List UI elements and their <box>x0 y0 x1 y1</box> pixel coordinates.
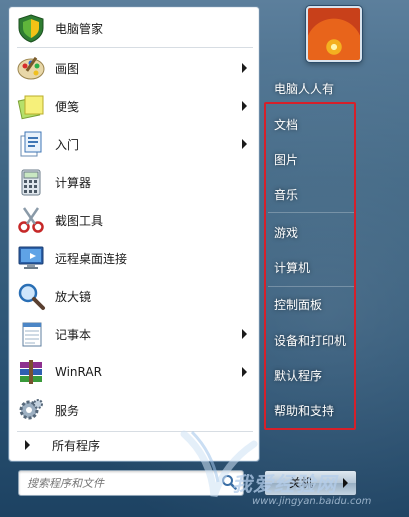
program-label: 截图工具 <box>55 213 104 228</box>
program-label: WinRAR <box>55 365 102 379</box>
program-item-calculator[interactable]: 计算器 <box>11 163 257 201</box>
calculator-icon <box>15 166 47 198</box>
program-item-winrar[interactable]: WinRAR <box>11 353 257 391</box>
divider <box>17 47 253 48</box>
program-label: 记事本 <box>55 327 92 342</box>
program-label: 远程桌面连接 <box>55 251 128 266</box>
program-item-paint[interactable]: 画图 <box>11 49 257 87</box>
program-label: 放大镜 <box>55 289 92 304</box>
program-item-sticky-notes[interactable]: 便笺 <box>11 87 257 125</box>
program-label: 服务 <box>55 403 80 418</box>
program-label: 画图 <box>55 61 80 76</box>
submenu-arrow-icon[interactable] <box>242 139 247 149</box>
program-label: 电脑管家 <box>55 21 104 36</box>
user-name-link[interactable]: 电脑人人有 <box>274 80 334 100</box>
chevron-right-icon <box>25 440 30 450</box>
program-item-pc-manager[interactable]: 电脑管家 <box>11 9 257 47</box>
program-list-pane: 电脑管家 画图 便笺 入门 计算器 截图工具 远程桌面连接 放大镜 记事本 Wi… <box>8 6 260 462</box>
program-label: 计算器 <box>55 175 92 190</box>
program-item-remote-desktop[interactable]: 远程桌面连接 <box>11 239 257 277</box>
paint-palette-icon <box>15 52 47 84</box>
scissors-icon <box>15 204 47 236</box>
submenu-arrow-icon[interactable] <box>242 367 247 377</box>
getting-started-icon <box>15 128 47 160</box>
program-item-notepad[interactable]: 记事本 <box>11 315 257 353</box>
watermark-text: 我爱经验网 <box>232 472 337 496</box>
program-item-snipping-tool[interactable]: 截图工具 <box>11 201 257 239</box>
sticky-note-icon <box>15 90 47 122</box>
program-label: 便笺 <box>55 99 80 114</box>
all-programs-label: 所有程序 <box>52 438 101 453</box>
program-label: 入门 <box>55 137 80 152</box>
program-item-magnifier[interactable]: 放大镜 <box>11 277 257 315</box>
winrar-icon <box>15 356 47 388</box>
submenu-arrow-icon[interactable] <box>242 329 247 339</box>
remote-desktop-icon <box>15 242 47 274</box>
program-item-services[interactable]: 服务 <box>11 391 257 429</box>
magnifier-icon <box>15 280 47 312</box>
services-gear-icon <box>15 394 47 426</box>
shutdown-options-button[interactable] <box>336 470 357 496</box>
user-avatar[interactable] <box>306 6 362 62</box>
submenu-arrow-icon[interactable] <box>242 101 247 111</box>
highlight-box <box>264 102 356 430</box>
notepad-icon <box>15 318 47 350</box>
program-item-getting-started[interactable]: 入门 <box>11 125 257 163</box>
shield-icon <box>15 12 47 44</box>
watermark-url: www.jingyan.baidu.com <box>252 496 372 507</box>
submenu-arrow-icon[interactable] <box>242 63 247 73</box>
